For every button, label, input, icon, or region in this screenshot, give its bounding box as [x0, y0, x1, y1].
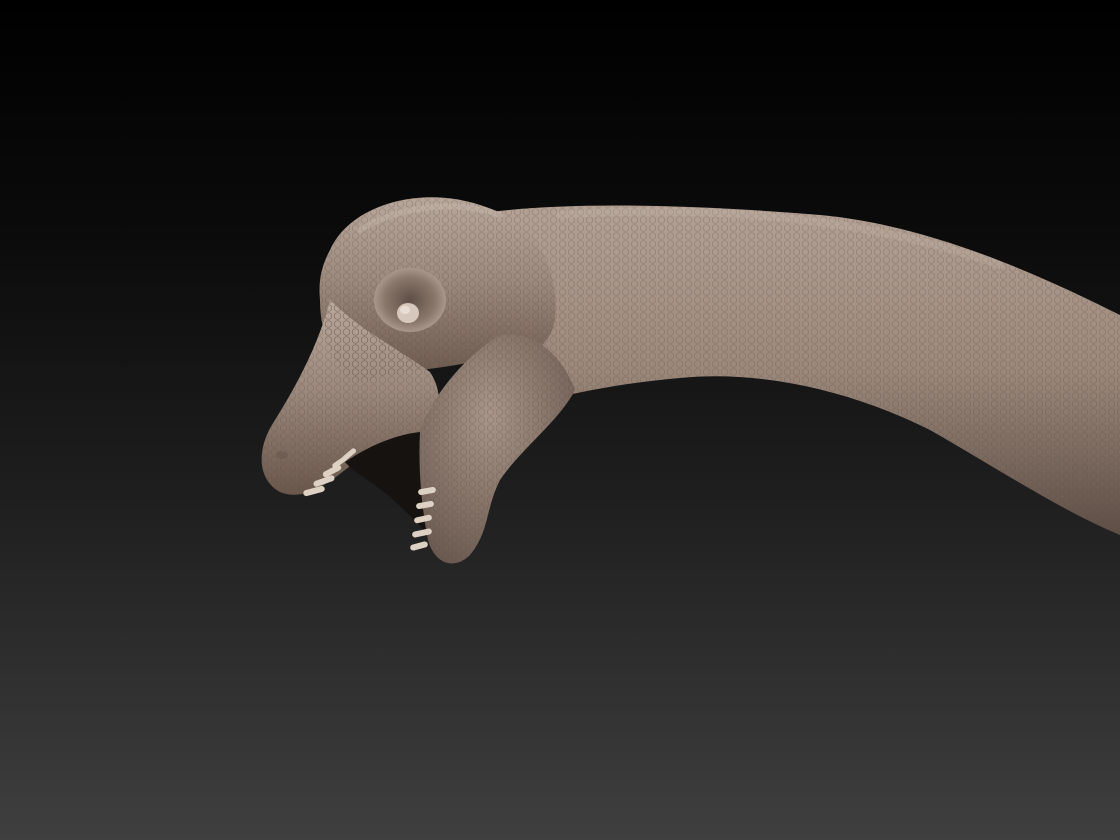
nostril [276, 451, 288, 459]
3d-viewport[interactable] [0, 0, 1120, 840]
sculpted-dinosaur-model[interactable] [0, 0, 1120, 840]
